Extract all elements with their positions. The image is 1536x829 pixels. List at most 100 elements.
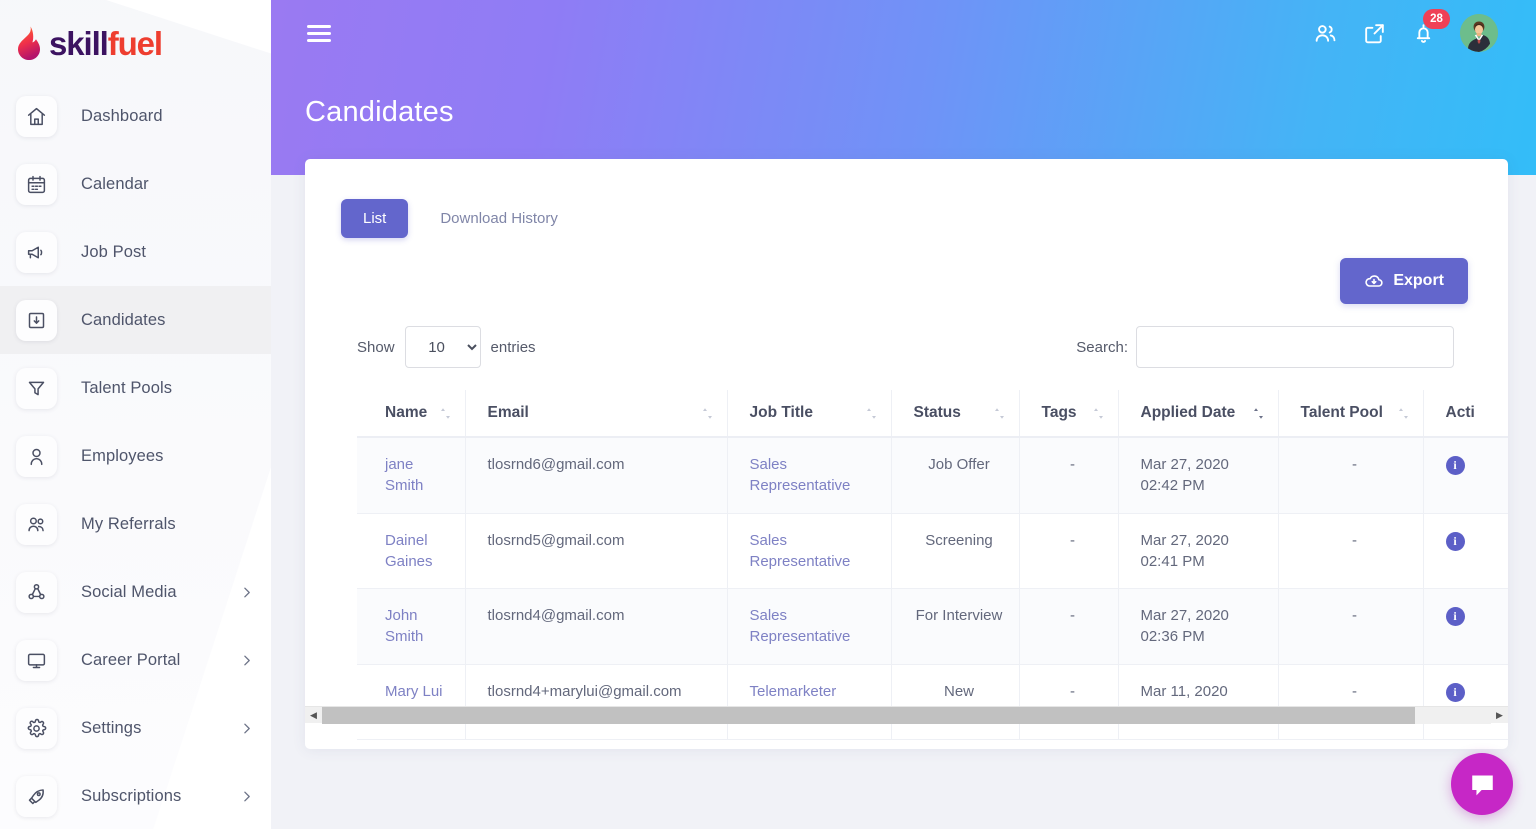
cell-tags: - (1019, 437, 1119, 514)
cell-name: Dainel Gaines (357, 513, 466, 590)
sidebar-item-label: My Referrals (81, 514, 176, 533)
cell-actions: i (1423, 437, 1508, 514)
table-head: Name Email Job Title Status Tags Applied… (357, 390, 1508, 438)
sidebar-item-label: Subscriptions (81, 786, 182, 805)
cell-applied-date: Mar 27, 2020 02:36 PM (1118, 588, 1279, 665)
column-header-applied-date[interactable]: Applied Date (1118, 390, 1279, 438)
scrollbar-track[interactable] (322, 706, 1491, 724)
share-icon (16, 571, 57, 613)
notification-badge: 28 (1423, 8, 1450, 29)
user-avatar-image (1460, 14, 1498, 52)
brand-name-part2: fuel (107, 24, 163, 62)
sidebar-item-dashboard[interactable]: Dashboard (0, 82, 271, 150)
search-label: Search: (1076, 338, 1128, 356)
sidebar-item-subscriptions[interactable]: Subscriptions (0, 762, 271, 829)
candidate-name-link[interactable]: jane Smith (385, 456, 423, 494)
info-icon[interactable]: i (1445, 682, 1465, 702)
sidebar-item-my-referrals[interactable]: My Referrals (0, 490, 271, 558)
cell-status: Screening (891, 513, 1020, 590)
sidebar-item-career-portal[interactable]: Career Portal (0, 626, 271, 694)
candidates-table: Name Email Job Title Status Tags Applied… (357, 390, 1508, 741)
table-body: jane Smith tlosrnd6@gmail.com Sales Repr… (357, 437, 1508, 741)
table-row: Dainel Gaines tlosrnd5@gmail.com Sales R… (357, 513, 1508, 590)
column-header-job-title[interactable]: Job Title (727, 390, 892, 438)
megaphone-icon (16, 231, 57, 273)
scroll-right-arrow[interactable]: ▶ (1491, 707, 1508, 724)
info-icon[interactable]: i (1445, 531, 1465, 551)
sidebar-item-talent-pools[interactable]: Talent Pools (0, 354, 271, 422)
chat-button[interactable] (1451, 753, 1513, 815)
column-header-email[interactable]: Email (465, 390, 728, 438)
scrollbar-thumb[interactable] (322, 706, 1415, 724)
home-icon (16, 95, 57, 137)
info-icon[interactable]: i (1445, 456, 1465, 476)
sidebar-item-label: Talent Pools (81, 378, 173, 397)
column-label: Applied Date (1140, 404, 1236, 421)
column-header-talent-pool[interactable]: Talent Pool (1278, 390, 1424, 438)
external-link-icon[interactable] (1362, 21, 1387, 46)
chevron-right-icon (240, 722, 253, 735)
cell-job-title: Sales Representative (727, 437, 892, 514)
candidate-name-link[interactable]: John Smith (385, 607, 423, 645)
candidate-name-link[interactable]: Mary Lui (385, 683, 443, 700)
chevron-right-icon (240, 790, 253, 803)
job-title-link[interactable]: Sales Representative (750, 607, 851, 645)
search-input[interactable] (1136, 326, 1454, 368)
hamburger-icon[interactable] (307, 24, 331, 42)
info-icon[interactable]: i (1445, 607, 1465, 627)
cell-actions: i (1423, 664, 1508, 741)
column-header-tags[interactable]: Tags (1019, 390, 1119, 438)
sort-icon (692, 407, 713, 420)
sort-icon (1243, 407, 1264, 420)
cell-applied-date: Mar 11, 2020 10:58 AM (1118, 664, 1279, 741)
bell-icon[interactable]: 28 (1411, 8, 1450, 46)
sort-icon (1388, 407, 1409, 420)
cell-tags: - (1019, 588, 1119, 665)
sidebar-item-employees[interactable]: Employees (0, 422, 271, 490)
job-title-link[interactable]: Sales Representative (750, 456, 851, 494)
table-row: jane Smith tlosrnd6@gmail.com Sales Repr… (357, 437, 1508, 514)
column-label: Job Title (749, 404, 813, 421)
cell-name: jane Smith (357, 437, 466, 514)
cloud-download-icon (1364, 271, 1384, 291)
table-controls: Show 10 25 50 100 entries Search: (305, 304, 1508, 368)
table-footer-info: Showing 1 to 4 of 4 entries (305, 740, 1508, 749)
job-title-link[interactable]: Telemarketer (750, 683, 837, 700)
table-row: Mary Lui tlosrnd4+marylui@gmail.com Tele… (357, 664, 1508, 741)
sidebar-item-social-media[interactable]: Social Media (0, 558, 271, 626)
sort-icon (856, 407, 877, 420)
column-label: Tags (1041, 404, 1077, 421)
scroll-left-arrow[interactable]: ◀ (305, 707, 322, 724)
entries-label: entries (490, 338, 536, 356)
sidebar-item-label: Dashboard (81, 106, 163, 125)
users-icon[interactable] (1313, 21, 1338, 46)
brand-logo[interactable]: skillfuel (0, 0, 271, 70)
sidebar-item-settings[interactable]: Settings (0, 694, 271, 762)
horizontal-scrollbar[interactable]: ◀ ▶ (305, 706, 1508, 724)
candidate-name-link[interactable]: Dainel Gaines (385, 532, 433, 570)
cell-job-title: Sales Representative (727, 513, 892, 590)
sidebar: skillfuel Dashboard Calendar Job Post Ca… (0, 0, 271, 829)
column-header-name[interactable]: Name (357, 390, 466, 438)
flame-icon (18, 26, 40, 60)
job-title-link[interactable]: Sales Representative (750, 532, 851, 570)
tab-bar: List Download History (305, 159, 1508, 238)
cell-tags: - (1019, 664, 1119, 741)
column-label: Name (385, 404, 428, 421)
sidebar-item-label: Employees (81, 446, 164, 465)
page-size-select[interactable]: 10 25 50 100 (404, 326, 481, 368)
sidebar-item-job-post[interactable]: Job Post (0, 218, 271, 286)
cell-name: John Smith (357, 588, 466, 665)
sidebar-item-label: Calendar (81, 174, 149, 193)
tab-download-history[interactable]: Download History (416, 199, 580, 238)
tab-list[interactable]: List (341, 199, 409, 238)
sidebar-item-calendar[interactable]: Calendar (0, 150, 271, 218)
cell-tags: - (1019, 513, 1119, 590)
sidebar-item-label: Job Post (81, 242, 147, 261)
column-header-status[interactable]: Status (891, 390, 1020, 438)
sidebar-item-candidates[interactable]: Candidates (0, 286, 271, 354)
avatar[interactable] (1460, 14, 1498, 52)
column-label: Email (487, 404, 529, 421)
export-button[interactable]: Export (1340, 258, 1468, 304)
cell-actions: i (1423, 588, 1508, 665)
